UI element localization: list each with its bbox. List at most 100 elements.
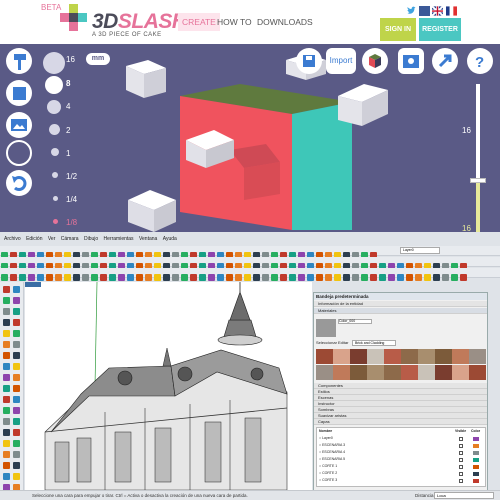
material-swatch[interactable]: [316, 349, 333, 364]
scene-tab[interactable]: [25, 282, 41, 287]
left-tool-icon[interactable]: [3, 451, 10, 458]
help-icon[interactable]: ?: [467, 48, 493, 74]
toolbar-tool-icon[interactable]: [226, 274, 233, 281]
circle-icon[interactable]: [6, 140, 32, 166]
layer-row[interactable]: ○ Layer0: [319, 436, 333, 440]
material-swatch[interactable]: [367, 349, 384, 364]
material-swatch[interactable]: [333, 349, 350, 364]
facebook-icon[interactable]: [419, 6, 430, 16]
left-tool-icon[interactable]: [13, 308, 20, 315]
size-dot-2[interactable]: [49, 124, 60, 135]
toolbar-tool-icon[interactable]: [217, 274, 224, 281]
layer-color-swatch[interactable]: [473, 451, 479, 455]
left-tool-icon[interactable]: [3, 385, 10, 392]
left-tool-icon[interactable]: [3, 308, 10, 315]
uk-flag-icon[interactable]: [432, 6, 443, 16]
toolbar-tool-icon[interactable]: [352, 274, 359, 281]
cube-icon[interactable]: [6, 80, 32, 106]
toolbar-tool-icon[interactable]: [253, 274, 260, 281]
menu-edicion[interactable]: Edición: [26, 236, 42, 242]
toolbar-tool-icon[interactable]: [415, 274, 422, 281]
layer-visible-checkbox[interactable]: [459, 444, 463, 448]
toolbar-tool-icon[interactable]: [1, 274, 8, 281]
left-tool-icon[interactable]: [13, 451, 20, 458]
nav-downloads[interactable]: DOWNLOADS: [253, 13, 317, 31]
france-flag-icon[interactable]: [446, 6, 457, 16]
left-tool-icon[interactable]: [13, 319, 20, 326]
layer-row[interactable]: ○ ESCENARIA 3: [319, 443, 345, 447]
toolbar-tool-icon[interactable]: [46, 274, 53, 281]
left-tool-icon[interactable]: [13, 429, 20, 436]
layer-row[interactable]: ○ CORTE 2: [319, 471, 337, 475]
menu-camara[interactable]: Cámara: [61, 236, 79, 242]
left-tool-icon[interactable]: [13, 385, 20, 392]
toolbar-tool-icon[interactable]: [316, 274, 323, 281]
twitter-icon[interactable]: [406, 6, 417, 16]
left-tool-icon[interactable]: [13, 341, 20, 348]
toolbar-tool-icon[interactable]: [244, 274, 251, 281]
toolbar-tool-icon[interactable]: [64, 274, 71, 281]
toolbar-tool-icon[interactable]: [154, 274, 161, 281]
hammer-icon[interactable]: [6, 48, 32, 74]
toolbar-tool-icon[interactable]: [199, 274, 206, 281]
color-cube-icon[interactable]: [362, 48, 388, 74]
toolbar-tool-icon[interactable]: [55, 274, 62, 281]
toolbar-tool-icon[interactable]: [82, 274, 89, 281]
layer-row[interactable]: ○ ESCENARIA 5: [319, 457, 345, 461]
toolbar-tool-icon[interactable]: [298, 274, 305, 281]
size-dot-16[interactable]: [43, 52, 65, 74]
layer-dropdown[interactable]: Layer0: [400, 247, 440, 254]
size-dot-4[interactable]: [47, 100, 61, 114]
material-swatch[interactable]: [401, 365, 418, 380]
material-swatch[interactable]: [418, 365, 435, 380]
material-swatch[interactable]: [435, 349, 452, 364]
layer-visible-checkbox[interactable]: [459, 458, 463, 462]
layer-color-swatch[interactable]: [473, 472, 479, 476]
height-slider-handle[interactable]: [470, 178, 486, 183]
toolbar-tool-icon[interactable]: [388, 274, 395, 281]
left-tool-icon[interactable]: [3, 330, 10, 337]
size-dot-quarter[interactable]: [53, 196, 58, 201]
layer-row[interactable]: ○ CORTE 3: [319, 478, 337, 482]
tray-section[interactable]: Capas: [314, 419, 487, 425]
import-button[interactable]: Import: [326, 48, 356, 74]
material-swatch[interactable]: [333, 365, 350, 380]
toolbar-tool-icon[interactable]: [235, 274, 242, 281]
toolbar-tool-icon[interactable]: [37, 274, 44, 281]
toolbar-tool-icon[interactable]: [271, 274, 278, 281]
unit-toggle-button[interactable]: mm: [86, 53, 110, 65]
toolbar-tool-icon[interactable]: [460, 274, 467, 281]
toolbar-tool-icon[interactable]: [91, 274, 98, 281]
material-name-field[interactable]: Color_000: [338, 319, 372, 324]
toolbar-tool-icon[interactable]: [334, 274, 341, 281]
material-swatch[interactable]: [469, 349, 486, 364]
menu-ver[interactable]: Ver: [48, 236, 56, 242]
left-tool-icon[interactable]: [13, 396, 20, 403]
layer-row[interactable]: ○ ESCENARIA 4: [319, 450, 345, 454]
toolbar-tool-icon[interactable]: [379, 274, 386, 281]
left-tool-icon[interactable]: [3, 429, 10, 436]
model-viewport[interactable]: [25, 282, 312, 490]
toolbar-tool-icon[interactable]: [370, 274, 377, 281]
signin-button[interactable]: SIGN IN: [380, 18, 416, 41]
toolbar-tool-icon[interactable]: [289, 274, 296, 281]
left-tool-icon[interactable]: [3, 319, 10, 326]
left-tool-icon[interactable]: [3, 407, 10, 414]
material-swatch[interactable]: [401, 349, 418, 364]
layer-color-swatch[interactable]: [473, 437, 479, 441]
menu-ayuda[interactable]: Ayuda: [163, 236, 177, 242]
layer-color-swatch[interactable]: [473, 444, 479, 448]
left-tool-icon[interactable]: [13, 286, 20, 293]
image-icon[interactable]: [6, 112, 32, 138]
material-swatch[interactable]: [350, 365, 367, 380]
toolbar-tool-icon[interactable]: [172, 274, 179, 281]
tray-section-entity-info[interactable]: Información de la entidad: [314, 301, 487, 307]
layer-visible-checkbox[interactable]: [459, 472, 463, 476]
photo-icon[interactable]: [398, 48, 424, 74]
menu-herramientas[interactable]: Herramientas: [104, 236, 134, 242]
toolbar-tool-icon[interactable]: [442, 274, 449, 281]
tab-edit[interactable]: Editar: [338, 340, 348, 345]
toolbar-tool-icon[interactable]: [406, 274, 413, 281]
menu-dibujo[interactable]: Dibujo: [84, 236, 98, 242]
left-tool-icon[interactable]: [3, 462, 10, 469]
